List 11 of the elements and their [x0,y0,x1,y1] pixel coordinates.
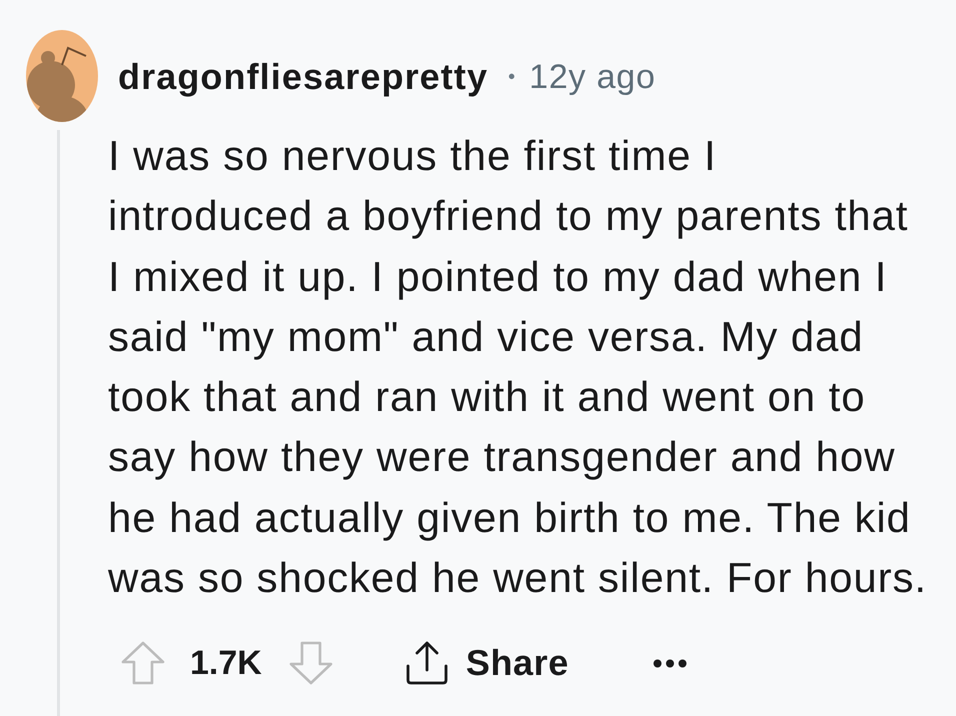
comment-age: 12y ago [529,56,656,98]
more-icon [652,658,687,668]
comment-text: I was so nervous the first time I introduced a boyfriend to my parents that I mixed it up. I pointed to my dad when I said "my mom" and vice versa. My dad took that and ran with it and went on to say how they were transgender and how he had actually given birth to me. The kid was so shocked he went silent. For hours. [108,131,927,604]
more-options-button[interactable] [652,658,687,668]
downvote-icon[interactable] [288,640,334,686]
separator-dot: • [508,65,516,90]
username[interactable]: dragonfliesarepretty [118,50,488,104]
share-button[interactable]: Share [404,636,569,690]
upvote-icon[interactable] [120,640,166,686]
vote-score: 1.7K [190,642,262,684]
share-icon [404,640,450,686]
